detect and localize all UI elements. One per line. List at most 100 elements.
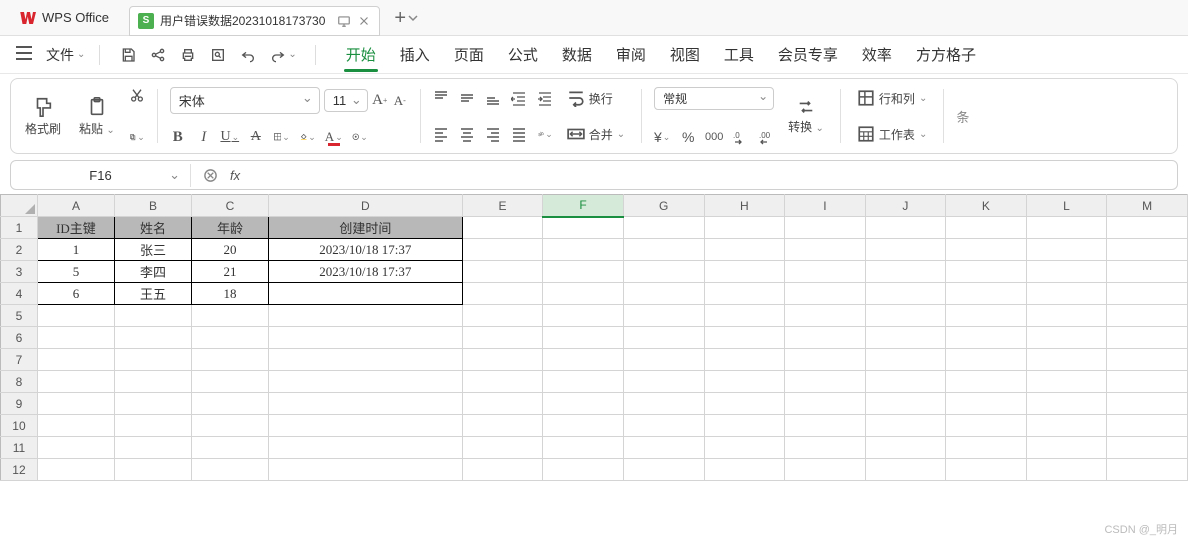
- cell[interactable]: [543, 437, 624, 459]
- cell[interactable]: [37, 415, 114, 437]
- cell[interactable]: [1107, 371, 1188, 393]
- ribbon-tab-formula[interactable]: 公式: [506, 38, 540, 71]
- cell[interactable]: [1026, 415, 1107, 437]
- cell[interactable]: [543, 217, 624, 239]
- row-header[interactable]: 11: [1, 437, 38, 459]
- cell[interactable]: [704, 393, 785, 415]
- cell[interactable]: [946, 371, 1027, 393]
- worksheet-button[interactable]: 工作表⌄: [853, 123, 931, 145]
- cell[interactable]: [865, 261, 946, 283]
- cell[interactable]: 18: [191, 283, 268, 305]
- cell[interactable]: 创建时间: [269, 217, 463, 239]
- cell[interactable]: [704, 371, 785, 393]
- cell[interactable]: 姓名: [114, 217, 191, 239]
- row-header[interactable]: 4: [1, 283, 38, 305]
- cell[interactable]: [865, 283, 946, 305]
- cell[interactable]: [269, 459, 463, 481]
- cell[interactable]: [1107, 239, 1188, 261]
- cell[interactable]: [269, 349, 463, 371]
- document-tab[interactable]: S 用户错误数据20231018173730: [129, 6, 380, 36]
- cell-style-icon[interactable]: [352, 129, 368, 145]
- cell[interactable]: [1026, 217, 1107, 239]
- cell[interactable]: [785, 217, 865, 239]
- cell[interactable]: [1026, 371, 1107, 393]
- cell[interactable]: [191, 327, 268, 349]
- cell[interactable]: [623, 261, 704, 283]
- merge-cells-button[interactable]: 合并⌄: [563, 123, 629, 145]
- cell[interactable]: [704, 437, 785, 459]
- cell[interactable]: [865, 371, 946, 393]
- border-icon[interactable]: [274, 129, 290, 145]
- row-header[interactable]: 9: [1, 393, 38, 415]
- increase-indent-icon[interactable]: [537, 90, 553, 106]
- decrease-indent-icon[interactable]: [511, 90, 527, 106]
- cell[interactable]: [269, 371, 463, 393]
- formula-input-area[interactable]: fx: [191, 168, 1177, 183]
- cell[interactable]: [543, 371, 624, 393]
- fill-color-icon[interactable]: [300, 129, 316, 145]
- cell[interactable]: [865, 327, 946, 349]
- row-header[interactable]: 8: [1, 371, 38, 393]
- cell[interactable]: 张三: [114, 239, 191, 261]
- align-center-icon[interactable]: [459, 126, 475, 142]
- cancel-icon[interactable]: [203, 168, 218, 183]
- cell[interactable]: [785, 327, 865, 349]
- italic-icon[interactable]: I: [196, 129, 212, 145]
- cell[interactable]: [269, 327, 463, 349]
- row-header[interactable]: 2: [1, 239, 38, 261]
- cell[interactable]: [865, 305, 946, 327]
- cell[interactable]: [37, 327, 114, 349]
- orientation-icon[interactable]: ab: [537, 126, 553, 142]
- cell[interactable]: [543, 239, 624, 261]
- undo-icon[interactable]: [240, 47, 256, 63]
- cell[interactable]: [865, 415, 946, 437]
- font-size-select[interactable]: 11: [324, 89, 368, 112]
- cell[interactable]: [543, 459, 624, 481]
- font-name-select[interactable]: 宋体: [170, 87, 320, 114]
- cell[interactable]: [1107, 393, 1188, 415]
- cell[interactable]: [191, 349, 268, 371]
- cell[interactable]: [946, 239, 1027, 261]
- col-header-G[interactable]: G: [623, 195, 704, 217]
- increase-font-icon[interactable]: A+: [372, 93, 388, 109]
- cell[interactable]: [1026, 349, 1107, 371]
- col-header-D[interactable]: D: [269, 195, 463, 217]
- print-preview-icon[interactable]: [210, 47, 226, 63]
- row-header[interactable]: 5: [1, 305, 38, 327]
- cell[interactable]: [1107, 459, 1188, 481]
- paste-button[interactable]: 粘贴 ⌄: [75, 94, 119, 139]
- col-header-I[interactable]: I: [785, 195, 865, 217]
- cell[interactable]: [1107, 261, 1188, 283]
- cell[interactable]: [37, 437, 114, 459]
- cell[interactable]: [1107, 349, 1188, 371]
- cell[interactable]: [269, 305, 463, 327]
- cell[interactable]: [462, 261, 543, 283]
- cell[interactable]: [37, 371, 114, 393]
- cell[interactable]: 1: [37, 239, 114, 261]
- cell[interactable]: 21: [191, 261, 268, 283]
- cell[interactable]: [543, 349, 624, 371]
- cell[interactable]: [191, 415, 268, 437]
- cell[interactable]: [37, 349, 114, 371]
- align-middle-icon[interactable]: [459, 90, 475, 106]
- cell[interactable]: [462, 393, 543, 415]
- cell[interactable]: 2023/10/18 17:37: [269, 261, 463, 283]
- underline-icon[interactable]: U: [222, 129, 238, 145]
- col-header-E[interactable]: E: [462, 195, 543, 217]
- cell[interactable]: [462, 239, 543, 261]
- cell[interactable]: [704, 349, 785, 371]
- cell[interactable]: [623, 239, 704, 261]
- cell[interactable]: [704, 459, 785, 481]
- close-tab-icon[interactable]: [357, 14, 371, 28]
- cell[interactable]: 2023/10/18 17:37: [269, 239, 463, 261]
- col-header-B[interactable]: B: [114, 195, 191, 217]
- ribbon-tab-page[interactable]: 页面: [452, 38, 486, 71]
- cell[interactable]: [704, 283, 785, 305]
- presentation-mode-icon[interactable]: [337, 14, 351, 28]
- cell[interactable]: [946, 261, 1027, 283]
- spreadsheet-grid[interactable]: A B C D E F G H I J K L M 1 ID主键 姓名 年龄 创…: [0, 194, 1188, 481]
- row-header[interactable]: 1: [1, 217, 38, 239]
- cell[interactable]: [462, 415, 543, 437]
- thousands-icon[interactable]: 000: [706, 129, 722, 145]
- cell[interactable]: 王五: [114, 283, 191, 305]
